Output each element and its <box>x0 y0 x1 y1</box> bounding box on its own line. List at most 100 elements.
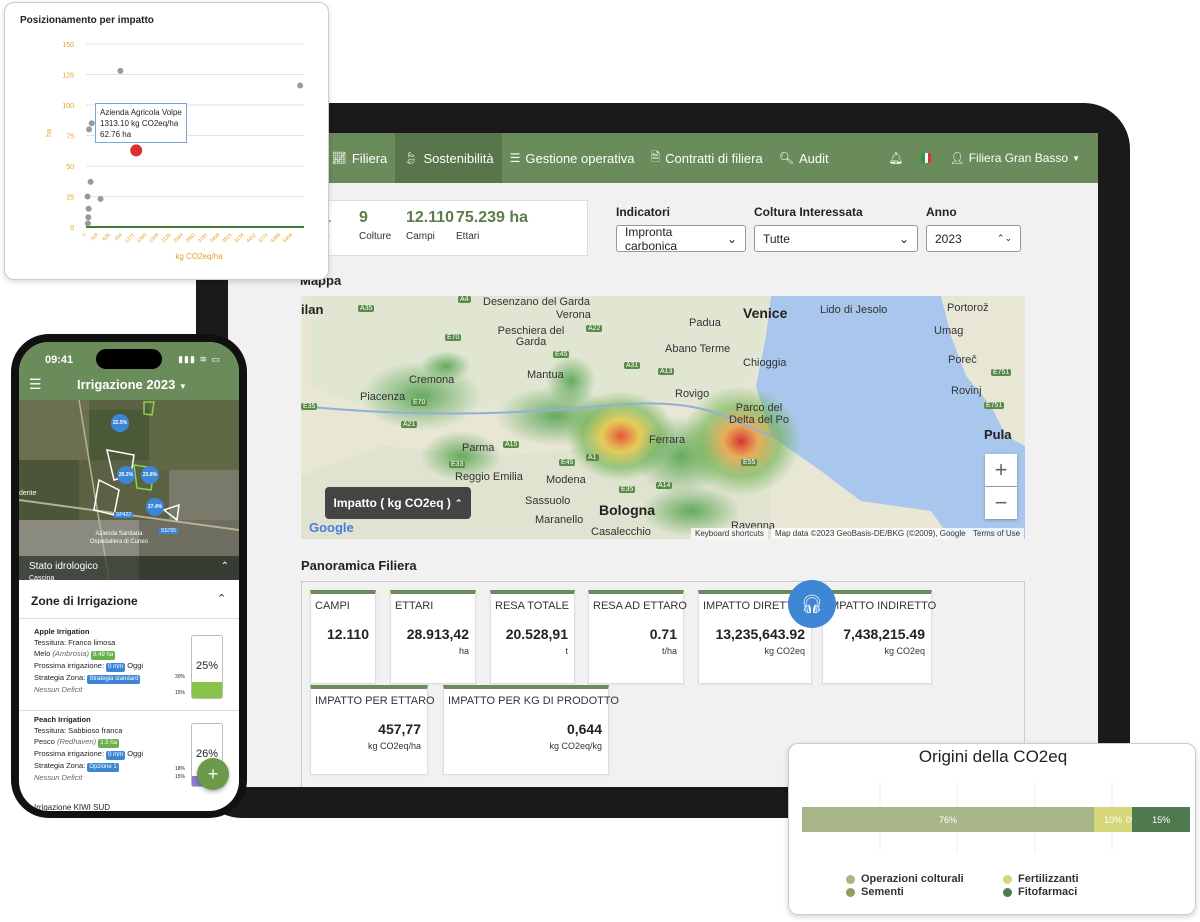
nav-item-label: Filiera <box>351 150 388 166</box>
zoom-in-button[interactable]: + <box>985 454 1017 486</box>
legend-item[interactable]: Operazioni colturali <box>846 873 964 885</box>
chevron-down-icon: ⌄ <box>898 231 909 246</box>
road-badge: E751 <box>991 369 1012 376</box>
kpi-unit: ha <box>458 646 469 656</box>
kpi-card: CAMPI 12.110 <box>310 590 376 684</box>
road-badge: A15 <box>503 441 520 448</box>
summary-label: Campi <box>406 231 435 242</box>
kpi-unit: kg CO2eq <box>764 646 805 656</box>
keyboard-shortcuts-link[interactable]: Keyboard shortcuts <box>691 528 768 539</box>
heatmap-map[interactable]: ilan Desenzano del Garda Verona Peschier… <box>301 296 1025 539</box>
scatter-point[interactable] <box>84 220 91 227</box>
map-city: Chioggia <box>743 357 787 369</box>
zone-area-badge: 1.5 ha <box>98 739 119 748</box>
chevron-up-icon[interactable]: ⌃ <box>217 592 226 605</box>
zone-percentage-marker[interactable]: 27.4% <box>146 498 164 516</box>
impatto-legend-button[interactable]: Impatto ( kg CO2eq ) ⌃ <box>325 487 471 519</box>
add-zone-button[interactable]: + <box>197 758 229 790</box>
chat-support-button[interactable]: 🎧︎ <box>788 580 836 628</box>
map-attribution: Map data ©2023 GeoBasis-DE/BKG (©2009), … <box>771 528 970 539</box>
map-city: Cremona <box>409 374 455 386</box>
kpi-title: RESA AD ETTARO <box>593 600 687 612</box>
anno-label: Anno <box>926 205 957 219</box>
road-badge: A14 <box>656 482 673 489</box>
gauge-tick-label: 15% <box>175 690 186 696</box>
scatter-title: Posizionamento per impatto <box>20 15 154 26</box>
zone-name[interactable]: Irrigazione KIWI SUD <box>34 803 110 811</box>
x-tick-label: 0 <box>81 232 87 238</box>
legend-item[interactable]: Sementi <box>846 886 904 898</box>
hamburger-menu-icon[interactable]: ☰ <box>29 376 42 393</box>
x-tick-label: 2226 <box>160 232 172 244</box>
summary-label: Ettari <box>456 231 480 242</box>
indicatori-label: Indicatori <box>616 205 671 219</box>
anno-select[interactable]: 2023 ⌃⌄ <box>926 225 1021 252</box>
terms-of-use-link[interactable]: Terms of Use <box>969 528 1025 539</box>
search-icon: 🔍︎ <box>778 151 794 165</box>
coltura-select[interactable]: Tutte ⌄ <box>754 225 918 252</box>
phone-header: 09:41 ▮▮▮ ≋ ▭ ☰ Irrigazione 2023 ▼ <box>19 342 239 400</box>
map-place-label: dente <box>19 490 37 497</box>
kpi-unit: kg CO2eq/kg <box>549 741 602 751</box>
scatter-chart: 02550751001251500 318 636 954 1272 1590 1908 22… <box>46 42 304 261</box>
map-city: Piacenza <box>360 391 406 403</box>
scatter-point[interactable] <box>85 205 92 212</box>
scatter-point[interactable] <box>87 178 94 185</box>
co2-origin-card: Origini della CO2eq 76%10%0%15% Operazio… <box>788 743 1196 915</box>
irrigation-zone[interactable]: Apple Irrigation Tessitura: Franco limosa… <box>19 626 239 711</box>
panoramica-title: Panoramica Filiera <box>301 558 417 573</box>
kpi-card: RESA TOTALE 20.528,91 t <box>490 590 575 684</box>
legend-item[interactable]: Fitofarmaci <box>1003 886 1077 898</box>
kpi-value: 7,438,215.49 <box>843 626 925 642</box>
bell-icon[interactable]: 🔔︎ <box>888 151 903 165</box>
zone-percentage-marker[interactable]: 26.2% <box>117 466 135 484</box>
zone-crop: Melo <box>34 649 51 658</box>
kpi-unit: kg CO2eq <box>884 646 925 656</box>
co2-bar-segment[interactable]: 76% <box>802 807 1094 832</box>
map-city: Padua <box>689 317 721 329</box>
dynamic-island <box>96 349 162 369</box>
scatter-point[interactable] <box>86 126 93 133</box>
y-tick-label: 25 <box>66 195 74 202</box>
scatter-point[interactable] <box>85 214 92 221</box>
italian-flag-icon[interactable] <box>921 153 932 163</box>
user-menu[interactable]: 👤︎ Filiera Gran Basso ▼ <box>949 151 1080 165</box>
map-city: Peschiera del Garda <box>497 325 565 348</box>
scatter-point[interactable] <box>84 193 91 200</box>
user-icon: 👤︎ <box>949 151 965 165</box>
map-city: Mantua <box>527 369 564 381</box>
nav-item-1[interactable]: 📈︎ Filiera <box>324 133 396 183</box>
scatter-point[interactable] <box>88 120 95 127</box>
scatter-point[interactable] <box>297 82 304 89</box>
x-tick-label: 3180 <box>197 232 209 244</box>
scatter-point[interactable] <box>97 195 104 202</box>
scatter-point[interactable] <box>117 67 124 74</box>
nav-item-3[interactable]: ☰ Gestione operativa <box>502 133 643 183</box>
caret-down-icon: ▼ <box>178 382 187 391</box>
zoom-out-button[interactable]: − <box>985 487 1017 519</box>
satellite-map[interactable]: 22.5% 26.2% 23.8% 27.4% dente Azienda Sa… <box>19 400 239 580</box>
x-tick-label: 5088 <box>270 232 282 244</box>
road-badge: A4 <box>458 296 471 303</box>
zone-percentage-marker[interactable]: 23.8% <box>141 466 159 484</box>
zone-strategy-label: Strategia Zona: <box>34 673 86 682</box>
nav-item-2[interactable]: 🍃︎ Sostenibilità <box>395 133 502 183</box>
phone-title[interactable]: Irrigazione 2023 ▼ <box>77 377 187 392</box>
legend-item[interactable]: Fertilizzanti <box>1003 873 1079 885</box>
highlighted-point[interactable] <box>130 144 143 157</box>
zone-percentage-marker[interactable]: 22.5% <box>111 414 129 432</box>
nav-item-4[interactable]: 🗎 Contratti di filiera <box>643 133 771 183</box>
nav-item-label: Gestione operativa <box>525 150 635 166</box>
nav-item-5[interactable]: 🔍︎ Audit <box>771 133 837 183</box>
map-city: Casalecchio <box>591 526 651 538</box>
co2-bar-segment[interactable]: 15% <box>1132 807 1190 832</box>
stato-label: Stato idrologico <box>29 561 98 572</box>
zone-strategy-badge: Opzione 1 <box>87 763 119 772</box>
legend-dot <box>846 874 855 884</box>
map-road-label: SP422 <box>114 512 134 518</box>
phone-title-text: Irrigazione <box>77 377 143 392</box>
indicatori-select[interactable]: Impronta carbonica ⌄ <box>616 225 746 253</box>
tablet-screen: ◔Panoramica📈︎Filiera🍃︎Sostenibilità☰Gest… <box>228 133 1098 787</box>
nav-item-label: Audit <box>798 150 829 166</box>
zone-variety: (Redhaven) <box>56 737 97 746</box>
